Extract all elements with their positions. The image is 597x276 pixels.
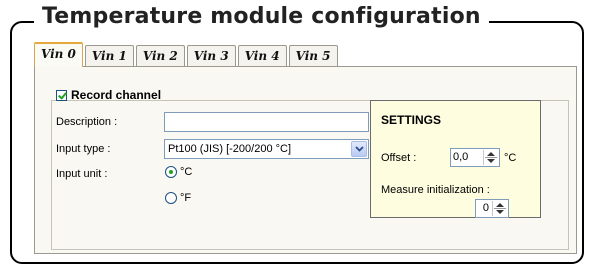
input-type-label: Input type :: [56, 143, 111, 155]
tab-vin-5[interactable]: Vin 5: [288, 45, 338, 66]
settings-title: SETTINGS: [381, 113, 442, 127]
tab-vin-2[interactable]: Vin 2: [135, 45, 185, 66]
spin-updown-icon[interactable]: [492, 201, 507, 216]
unit-option-celsius[interactable]: °C: [165, 166, 192, 178]
record-channel-toggle[interactable]: Record channel: [56, 88, 161, 102]
unit-option-fahrenheit[interactable]: °F: [165, 192, 191, 204]
page-title: Temperature module configuration: [34, 2, 489, 32]
settings-box: SETTINGS Offset : 0,0 °C Measure initial…: [370, 100, 541, 218]
offset-value: 0,0: [453, 151, 469, 163]
celsius-radio[interactable]: [165, 166, 177, 178]
fahrenheit-radio[interactable]: [165, 192, 177, 204]
record-channel-checkbox[interactable]: [56, 89, 67, 101]
input-unit-label: Input unit :: [56, 168, 108, 180]
description-label: Description :: [56, 116, 118, 128]
tab-vin-3[interactable]: Vin 3: [186, 45, 236, 66]
fahrenheit-label: °F: [180, 192, 192, 204]
description-field[interactable]: [164, 112, 369, 132]
tab-vin-1[interactable]: Vin 1: [84, 45, 134, 66]
offset-label: Offset :: [381, 152, 417, 164]
input-type-select[interactable]: Pt100 (JIS) [-200/200 °C]: [164, 139, 369, 159]
tab-bar: Vin 0 Vin 1 Vin 2 Vin 3 Vin 4 Vin 5: [34, 42, 340, 67]
measure-init-value: 0: [482, 202, 489, 214]
measure-init-label: Measure initialization :: [381, 184, 490, 196]
chevron-down-icon[interactable]: [351, 141, 367, 157]
offset-unit: °C: [504, 152, 517, 164]
record-channel-label: Record channel: [71, 88, 162, 102]
measure-init-spinner[interactable]: 0: [475, 199, 509, 218]
spin-updown-icon[interactable]: [483, 150, 498, 165]
celsius-label: °C: [180, 166, 193, 178]
channel-panel: Vin 0 Vin 1 Vin 2 Vin 3 Vin 4 Vin 5 Reco…: [34, 42, 577, 254]
input-type-value: Pt100 (JIS) [-200/200 °C]: [168, 143, 292, 155]
tab-vin-4[interactable]: Vin 4: [237, 45, 287, 66]
offset-spinner[interactable]: 0,0: [450, 148, 500, 167]
tab-vin-0[interactable]: Vin 0: [34, 42, 83, 67]
